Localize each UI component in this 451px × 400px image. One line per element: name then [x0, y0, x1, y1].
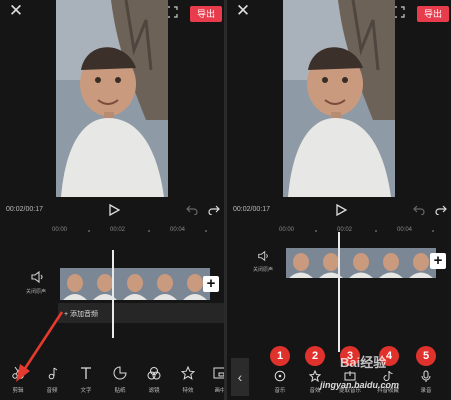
watermark-logo: Bai经验	[340, 355, 387, 370]
export-button[interactable]: 导出	[190, 6, 222, 22]
video-thumbnail	[120, 268, 150, 300]
video-preview	[283, 0, 395, 197]
tool-sticker[interactable]: 贴纸	[105, 352, 135, 400]
ruler-tick: 00:00	[279, 227, 295, 233]
tool-label: 滤镜	[148, 388, 160, 394]
tool-effects[interactable]: 特效	[173, 352, 203, 400]
tool-label: 画中	[214, 388, 224, 394]
back-chevron-icon[interactable]: ‹	[231, 358, 249, 396]
playback-controls: 00:02/00:17	[0, 198, 224, 224]
play-icon[interactable]	[107, 203, 121, 217]
step-badge: 1	[270, 346, 290, 366]
ruler-tick: 00:04	[170, 227, 186, 233]
video-thumbnail	[150, 268, 180, 300]
tool-cut[interactable]: 剪辑	[3, 352, 33, 400]
close-icon[interactable]: ✕	[235, 2, 251, 19]
music-disc-icon	[274, 370, 286, 382]
tool-label: 音乐	[274, 388, 286, 394]
pip-icon	[213, 367, 224, 379]
right-editor-panel: ✕ 导出 00:02/00:17 00:00 00:02 00:04 关闭原声 …	[227, 0, 451, 400]
play-icon[interactable]	[334, 203, 348, 217]
text-icon	[81, 367, 91, 379]
left-editor-panel: ✕ 导出 00:02/00:17 00:00 00:02 00:04 关闭原声 …	[0, 0, 224, 400]
redo-icon[interactable]	[208, 203, 220, 215]
tool-label: 文字	[80, 388, 92, 394]
tool-label: 贴纸	[114, 388, 126, 394]
mute-original-label: 关闭原声	[26, 289, 47, 295]
music-note-icon	[48, 367, 58, 380]
tool-label: 特效	[182, 388, 194, 394]
undo-icon[interactable]	[186, 203, 198, 215]
time-display: 00:02/00:17	[6, 206, 43, 213]
video-thumbnail	[90, 268, 120, 300]
playhead[interactable]	[112, 250, 114, 338]
ruler-tick: 00:04	[397, 227, 413, 233]
video-thumbnail	[316, 248, 346, 278]
scissors-icon	[12, 366, 24, 379]
add-audio-button[interactable]: + 添加音频	[58, 303, 224, 323]
mic-icon	[421, 370, 431, 382]
video-thumbnail	[60, 268, 90, 300]
mute-original-label: 关闭原声	[253, 267, 274, 273]
tool-label: 剪辑	[12, 388, 24, 394]
add-audio-label: + 添加音频	[64, 311, 99, 318]
add-clip-button[interactable]: +	[203, 276, 219, 292]
timeline-ruler: 00:00 00:02 00:04	[0, 223, 224, 237]
speaker-icon[interactable]	[257, 250, 269, 262]
video-thumbnail	[286, 248, 316, 278]
tool-label: 音频	[46, 388, 58, 394]
playback-controls: 00:02/00:17	[227, 198, 451, 224]
undo-icon[interactable]	[413, 203, 425, 215]
tool-text[interactable]: 文字	[71, 352, 101, 400]
export-button[interactable]: 导出	[417, 6, 449, 22]
video-thumbnail	[346, 248, 376, 278]
video-thumbnail	[376, 248, 406, 278]
effects-icon	[181, 366, 195, 380]
video-track[interactable]	[286, 248, 451, 278]
step-badge: 5	[416, 346, 436, 366]
video-track[interactable]	[60, 268, 224, 300]
filter-icon	[147, 367, 161, 380]
tool-filter[interactable]: 滤镜	[139, 352, 169, 400]
ruler-tick: 00:00	[52, 227, 68, 233]
redo-icon[interactable]	[435, 203, 447, 215]
bottom-toolbar: 剪辑 音频 文字 贴纸 滤镜 特效 画中	[0, 352, 224, 400]
watermark-url: jingyan.baidu.com	[320, 380, 400, 390]
sticker-icon	[113, 366, 127, 380]
add-clip-button[interactable]: +	[430, 253, 446, 269]
ruler-tick: 00:02	[110, 227, 126, 233]
tool-audio[interactable]: 音频	[37, 352, 67, 400]
speaker-icon[interactable]	[30, 270, 44, 284]
step-badge: 2	[305, 346, 325, 366]
tool-label: 录音	[420, 388, 432, 394]
time-display: 00:02/00:17	[233, 206, 270, 213]
close-icon[interactable]: ✕	[8, 2, 24, 19]
video-preview	[56, 0, 168, 197]
tool-pip[interactable]: 画中	[205, 352, 224, 400]
